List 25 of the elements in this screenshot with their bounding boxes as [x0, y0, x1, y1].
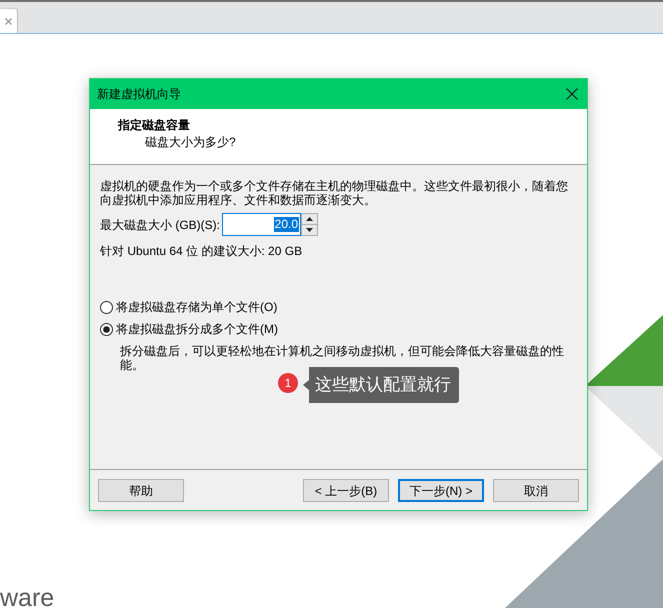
- close-icon[interactable]: [5, 18, 12, 24]
- step-badge: 1: [278, 373, 298, 393]
- browser-tab[interactable]: [0, 8, 18, 33]
- arrow-up-icon: [306, 217, 313, 221]
- radio-option[interactable]: 将虚拟磁盘拆分成多个文件(M): [100, 321, 278, 337]
- help-button[interactable]: 帮助: [98, 479, 184, 502]
- close-icon: [566, 88, 578, 100]
- cancel-button[interactable]: 取消: [493, 479, 579, 502]
- next-button[interactable]: 下一步(N) >: [398, 479, 484, 502]
- annotation-tooltip: 这些默认配置就行: [303, 367, 459, 403]
- intro-text: 虚拟机的硬盘作为一个或多个文件存储在主机的物理磁盘中。这些文件最初很小，随着您向虚拟机中添加应用程序、文件和数据而逐渐变大。: [100, 179, 569, 207]
- field-label: 最大磁盘大小 (GB)(S):: [100, 218, 220, 232]
- spin-down-button[interactable]: [301, 225, 318, 236]
- spin-up-button[interactable]: [301, 213, 318, 225]
- radio-option[interactable]: 将虚拟磁盘存储为单个文件(O): [100, 299, 278, 315]
- arrow-down-icon: [306, 228, 313, 232]
- recommendation-text: 针对 Ubuntu 64 位 的建议大小: 20 GB: [100, 244, 302, 258]
- radio-icon[interactable]: [100, 322, 113, 336]
- disk-size-field[interactable]: 20.0: [222, 213, 301, 236]
- logo-text: ware: [0, 585, 54, 608]
- page-title: 指定磁盘容量: [118, 117, 190, 134]
- window-title: 新建虚拟机向导: [97, 87, 181, 101]
- page-subtitle: 磁盘大小为多少?: [145, 134, 236, 151]
- radio-icon[interactable]: [100, 300, 113, 314]
- back-button[interactable]: < 上一步(B): [303, 479, 389, 502]
